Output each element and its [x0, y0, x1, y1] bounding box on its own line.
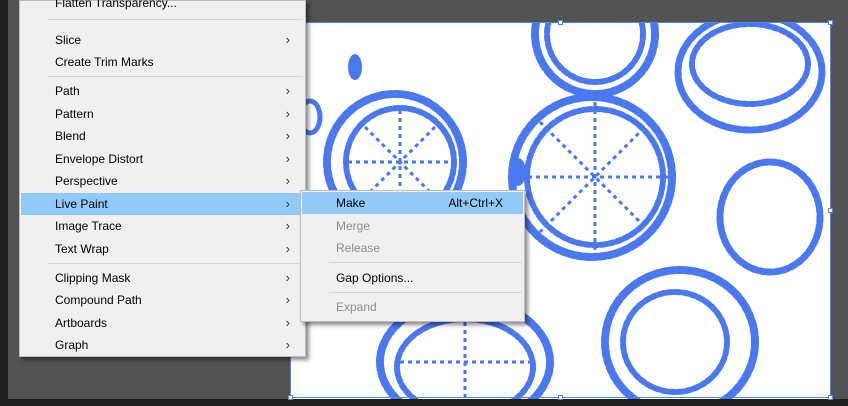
selection-handle[interactable]	[288, 395, 293, 400]
menu-separator	[329, 292, 522, 293]
submenu-item-gap-options[interactable]: Gap Options...	[302, 267, 523, 289]
selection-handle[interactable]	[828, 20, 833, 25]
menu-item-flatten-transparency[interactable]: Flatten Transparency...	[21, 0, 304, 14]
chevron-right-icon: ›	[285, 106, 290, 121]
chevron-right-icon: ›	[285, 218, 290, 233]
menu-separator	[48, 263, 303, 264]
menu-item-compound-path[interactable]: Compound Path ›	[21, 289, 304, 311]
menu-separator	[329, 262, 522, 263]
chevron-right-icon: ›	[285, 173, 290, 188]
chevron-right-icon: ›	[285, 337, 290, 352]
menu-item-live-paint[interactable]: Live Paint ›	[21, 193, 304, 215]
chevron-right-icon: ›	[285, 196, 290, 211]
object-menu: Flatten Transparency... Slice › Create T…	[19, 0, 306, 357]
submenu-item-expand[interactable]: Expand	[302, 296, 523, 318]
menu-item-envelope-distort[interactable]: Envelope Distort ›	[21, 148, 304, 170]
menu-item-graph[interactable]: Graph ›	[21, 334, 304, 356]
chevron-right-icon: ›	[285, 83, 290, 98]
menu-item-path[interactable]: Path ›	[21, 80, 304, 102]
live-paint-submenu: Make Alt+Ctrl+X Merge Release Gap Option…	[300, 190, 525, 322]
submenu-item-make[interactable]: Make Alt+Ctrl+X	[302, 192, 523, 214]
menu-item-artboards[interactable]: Artboards ›	[21, 312, 304, 334]
chevron-right-icon: ›	[285, 32, 290, 47]
selection-handle[interactable]	[828, 208, 833, 213]
selection-handle[interactable]	[828, 395, 833, 400]
chevron-right-icon: ›	[285, 151, 290, 166]
menu-item-text-wrap[interactable]: Text Wrap ›	[21, 238, 304, 260]
menu-item-blend[interactable]: Blend ›	[21, 125, 304, 147]
chevron-right-icon: ›	[285, 292, 290, 307]
chevron-right-icon: ›	[285, 241, 290, 256]
chevron-right-icon: ›	[285, 128, 290, 143]
menu-separator	[48, 76, 303, 77]
menu-item-image-trace[interactable]: Image Trace ›	[21, 215, 304, 237]
menu-item-clipping-mask[interactable]: Clipping Mask ›	[21, 267, 304, 289]
selection-handle[interactable]	[558, 20, 563, 25]
chevron-right-icon: ›	[285, 270, 290, 285]
chevron-right-icon: ›	[285, 315, 290, 330]
menu-item-slice[interactable]: Slice ›	[21, 29, 304, 51]
submenu-item-merge[interactable]: Merge	[302, 215, 523, 237]
submenu-item-release[interactable]: Release	[302, 237, 523, 259]
shortcut-label: Alt+Ctrl+X	[448, 196, 503, 210]
selection-handle[interactable]	[558, 395, 563, 400]
menu-item-perspective[interactable]: Perspective ›	[21, 170, 304, 192]
menu-item-create-trim-marks[interactable]: Create Trim Marks	[21, 51, 304, 73]
menu-item-pattern[interactable]: Pattern ›	[21, 103, 304, 125]
menu-separator	[48, 19, 303, 20]
